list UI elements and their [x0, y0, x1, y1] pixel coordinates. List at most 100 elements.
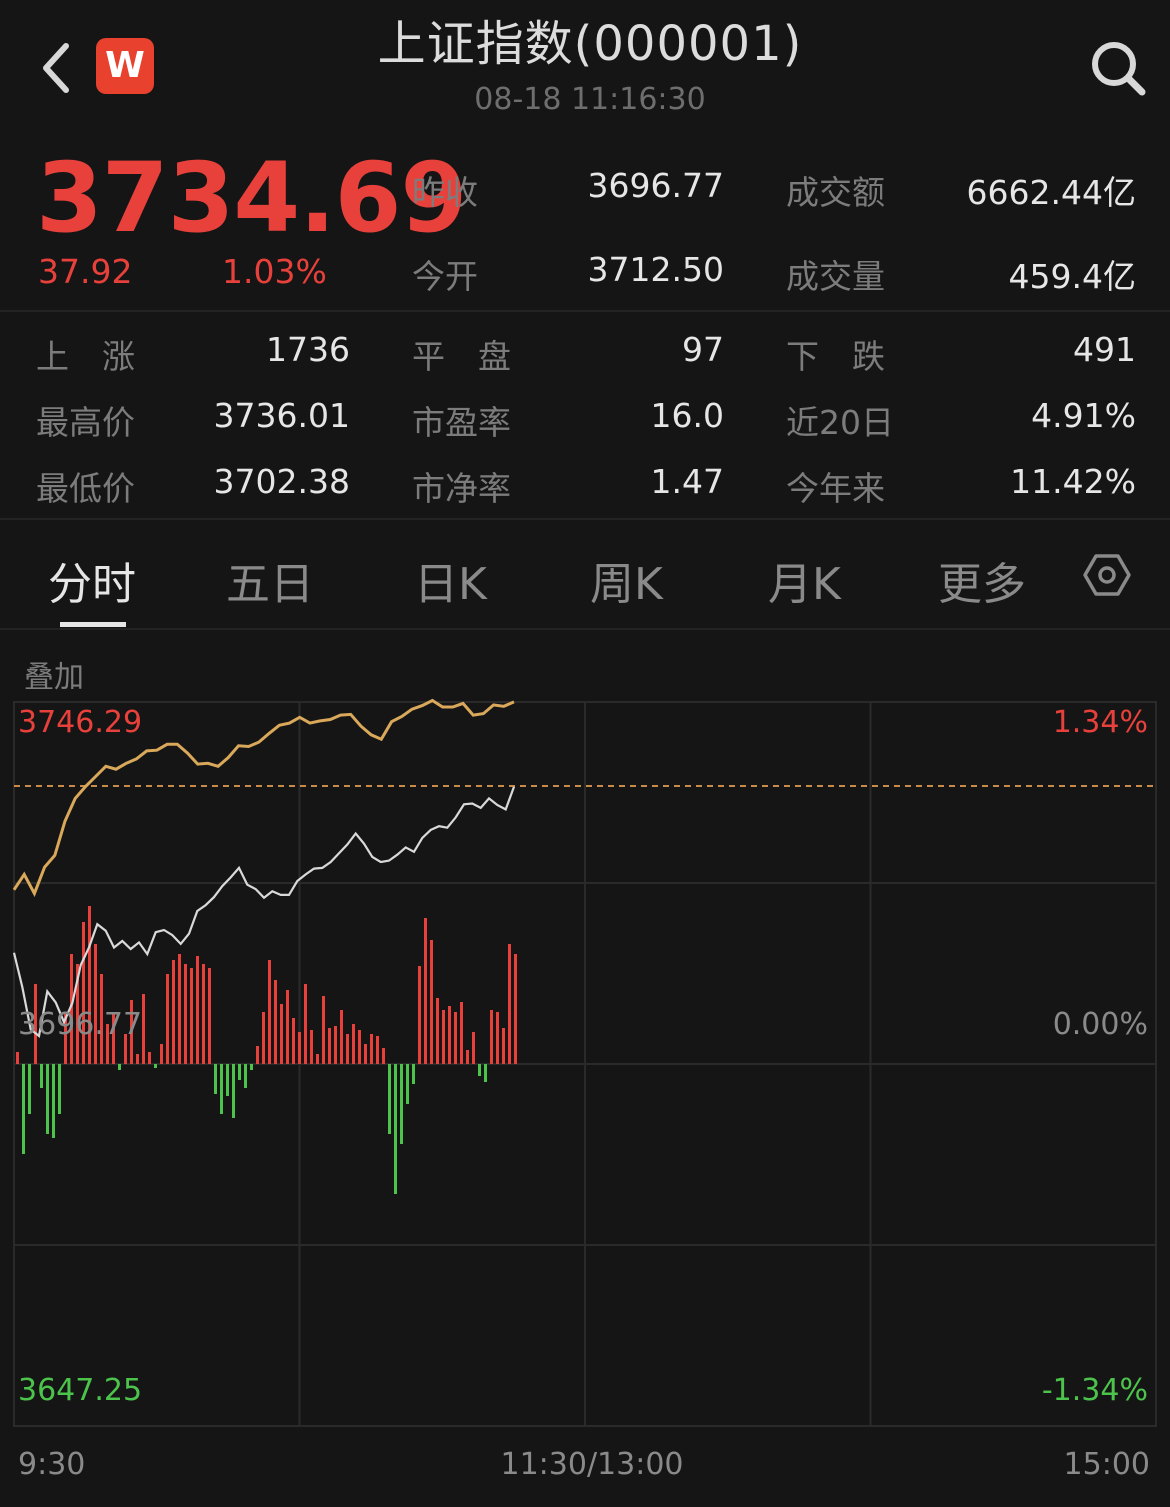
volume-bar-down	[388, 1064, 391, 1134]
volume-bar-up	[280, 1004, 283, 1064]
volume-bar-up	[16, 1052, 19, 1064]
volume-bar-up	[172, 960, 175, 1064]
stat-value: 1736	[266, 330, 350, 369]
app-logo[interactable]: W	[96, 38, 154, 94]
volume-bar-down	[58, 1064, 61, 1114]
volume-bar-down	[154, 1064, 157, 1068]
volume-bar-down	[394, 1064, 397, 1194]
volume-bar-up	[136, 1054, 139, 1064]
quote-timestamp: 08-18 11:16:30	[474, 82, 706, 117]
volume-bar-up	[364, 1044, 367, 1064]
volume-bar-up	[310, 1030, 313, 1064]
stat-label: 今开	[412, 257, 478, 296]
tab-intraday[interactable]: 分时	[48, 548, 136, 612]
volume-bar-up	[340, 1010, 343, 1064]
volume-bar-up	[370, 1034, 373, 1064]
pct-axis-bottom-label: -1.34%	[1042, 1373, 1148, 1408]
stat-label: 平 盘	[412, 337, 511, 376]
y-axis-bottom-label: 3647.25	[18, 1373, 142, 1408]
volume-bar-up	[436, 998, 439, 1064]
volume-bar-up	[346, 1034, 349, 1064]
tab-five-day[interactable]: 五日	[226, 548, 314, 612]
stat-label: 成交额	[786, 173, 885, 212]
volume-bar-up	[430, 940, 433, 1064]
search-icon	[1092, 42, 1146, 96]
stat-label: 最低价	[36, 469, 135, 508]
stat-value: 1.47	[650, 462, 724, 501]
volume-bar-up	[496, 1012, 499, 1064]
stat-label: 昨收	[412, 173, 478, 212]
volume-bar-up	[322, 996, 325, 1064]
y-axis-mid-label: 3696.77	[18, 1007, 142, 1042]
volume-bar-up	[352, 1024, 355, 1064]
volume-bar-up	[508, 944, 511, 1064]
volume-bar-down	[40, 1064, 43, 1088]
volume-bar-down	[46, 1064, 49, 1134]
stat-value: 6662.44亿	[966, 173, 1136, 212]
stat-value: 3712.50	[587, 250, 724, 289]
volume-bar-up	[328, 1028, 331, 1064]
volume-bar-up	[208, 968, 211, 1064]
tab-daily-k[interactable]: 日K	[414, 548, 487, 612]
x-axis-label-open: 9:30	[18, 1447, 85, 1482]
stat-value: 4.91%	[1031, 396, 1136, 435]
chevron-left-icon	[43, 43, 69, 93]
back-button[interactable]	[36, 40, 80, 96]
volume-bar-up	[142, 994, 145, 1064]
volume-bar-down	[238, 1064, 241, 1080]
stat-label: 下 跌	[786, 337, 885, 376]
volume-bar-up	[286, 990, 289, 1064]
volume-bar-up	[472, 1032, 475, 1064]
volume-bar-up	[424, 918, 427, 1064]
volume-bar-down	[484, 1064, 487, 1082]
volume-bar-down	[406, 1064, 409, 1104]
volume-bar-down	[412, 1064, 415, 1084]
volume-bar-up	[382, 1048, 385, 1064]
volume-bar-down	[22, 1064, 25, 1154]
tab-monthly-k[interactable]: 月K	[768, 548, 841, 612]
volume-bar-up	[418, 966, 421, 1064]
volume-bar-up	[304, 984, 307, 1064]
volume-bar-up	[256, 1046, 259, 1064]
divider	[0, 518, 1170, 520]
volume-bar-up	[94, 944, 97, 1064]
stat-label: 市净率	[412, 469, 511, 508]
divider	[0, 628, 1170, 630]
volume-bars	[16, 906, 517, 1194]
volume-bar-up	[166, 974, 169, 1064]
volume-bar-down	[52, 1064, 55, 1138]
volume-bar-up	[178, 954, 181, 1064]
volume-bar-up	[274, 980, 277, 1064]
volume-bar-up	[448, 1006, 451, 1064]
stat-value: 459.4亿	[1008, 257, 1136, 296]
volume-bar-up	[460, 1002, 463, 1064]
stat-value: 97	[682, 330, 724, 369]
intraday-chart[interactable]: 3746.29 3696.77 3647.25 1.34% 0.00% -1.3…	[0, 690, 1170, 1507]
volume-bar-up	[442, 1010, 445, 1064]
current-price: 3734.69	[36, 142, 467, 254]
volume-bar-up	[334, 1026, 337, 1064]
volume-bar-up	[316, 1054, 319, 1064]
stat-value: 3736.01	[213, 396, 350, 435]
search-button[interactable]	[1086, 36, 1150, 100]
volume-bar-down	[250, 1064, 253, 1070]
tab-more[interactable]: 更多	[938, 548, 1026, 612]
volume-bar-up	[514, 954, 517, 1064]
stat-value: 491	[1073, 330, 1136, 369]
active-tab-indicator	[60, 622, 126, 627]
page-title: 上证指数(000001)	[377, 16, 803, 72]
volume-bar-down	[226, 1064, 229, 1096]
stat-label: 市盈率	[412, 403, 511, 442]
pct-axis-top-label: 1.34%	[1053, 705, 1148, 740]
volume-bar-up	[148, 1052, 151, 1064]
price-change-percent: 1.03%	[222, 252, 327, 291]
volume-bar-up	[376, 1036, 379, 1064]
x-axis-label-midday: 11:30/13:00	[500, 1447, 683, 1482]
volume-bar-up	[292, 1018, 295, 1064]
volume-bar-down	[400, 1064, 403, 1144]
divider	[0, 310, 1170, 312]
volume-bar-up	[502, 1028, 505, 1064]
price-change: 37.92	[38, 252, 133, 291]
chart-settings-button[interactable]	[1082, 550, 1132, 600]
tab-weekly-k[interactable]: 周K	[590, 548, 663, 612]
